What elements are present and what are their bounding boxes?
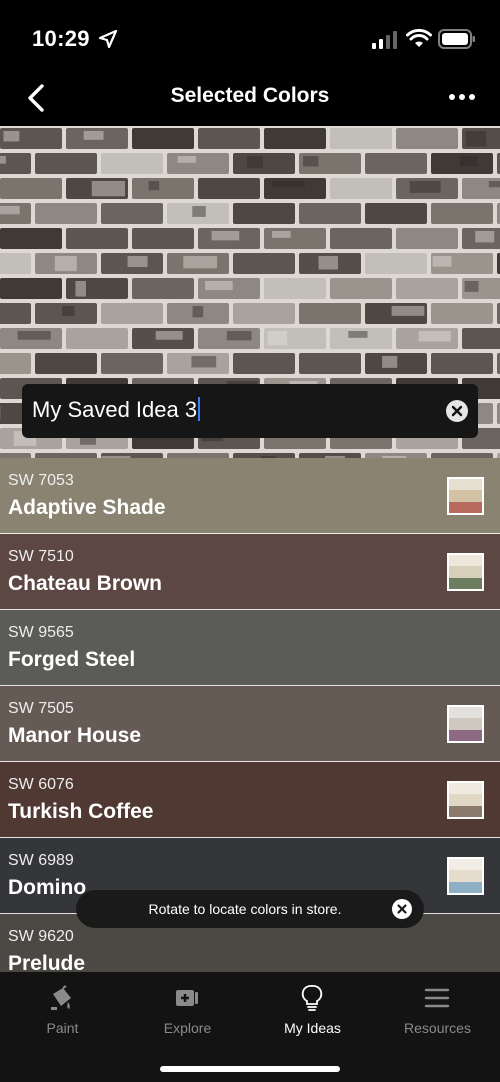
- color-code: SW 6076: [8, 776, 74, 793]
- color-name: Domino: [8, 876, 87, 899]
- status-bar: 10:29: [0, 0, 500, 72]
- paint-bucket-icon: [51, 985, 71, 1010]
- battery-icon: [438, 29, 475, 49]
- status-time: 10:29: [32, 26, 90, 51]
- location-arrow-icon: [98, 29, 118, 49]
- color-name: Adaptive Shade: [8, 496, 166, 519]
- menu-lines-icon: [424, 988, 450, 1008]
- lightbulb-icon: [301, 985, 323, 1011]
- tab-resources-label: Resources: [404, 1020, 471, 1036]
- color-palette-swatch-icon[interactable]: [447, 553, 484, 591]
- color-row[interactable]: SW 7510 Chateau Brown: [0, 534, 500, 610]
- tab-explore-label: Explore: [163, 1020, 212, 1036]
- close-icon[interactable]: [392, 899, 412, 919]
- color-row[interactable]: SW 7505 Manor House: [0, 686, 500, 762]
- color-palette-swatch-icon[interactable]: [447, 781, 484, 819]
- color-name: Prelude: [8, 952, 86, 972]
- color-code: SW 6989: [8, 852, 74, 869]
- color-row[interactable]: SW 9565 Forged Steel: [0, 610, 500, 686]
- color-code: SW 7505: [8, 700, 74, 717]
- wifi-icon: [406, 28, 432, 47]
- idea-name-field[interactable]: My Saved Idea 3: [22, 384, 478, 438]
- tab-my-ideas-label: My Ideas: [284, 1020, 341, 1036]
- clear-text-icon[interactable]: [446, 400, 468, 422]
- tab-resources[interactable]: Resources: [375, 972, 500, 1052]
- page-title: Selected Colors: [170, 84, 330, 107]
- more-options-icon[interactable]: [448, 86, 476, 108]
- color-name: Turkish Coffee: [8, 800, 154, 823]
- toast-text: Rotate to locate colors in store.: [148, 901, 342, 917]
- tab-explore[interactable]: Explore: [125, 972, 250, 1052]
- color-palette-swatch-icon[interactable]: [447, 705, 484, 743]
- toast-message: Rotate to locate colors in store.: [76, 890, 424, 928]
- cellular-signal-icon: [372, 31, 397, 49]
- color-name: Manor House: [8, 724, 142, 747]
- home-indicator: [160, 1066, 340, 1072]
- color-code: SW 9565: [8, 624, 74, 641]
- explore-icon: [176, 990, 198, 1006]
- tab-paint-label: Paint: [46, 1020, 79, 1036]
- text-caret: [198, 397, 201, 421]
- color-row[interactable]: SW 7053 Adaptive Shade: [0, 458, 500, 534]
- color-code: SW 9620: [8, 928, 74, 945]
- color-row[interactable]: SW 6076 Turkish Coffee: [0, 762, 500, 838]
- color-name: Chateau Brown: [8, 572, 163, 595]
- color-palette-swatch-icon[interactable]: [447, 477, 484, 515]
- nav-bar: Selected Colors: [0, 72, 500, 126]
- color-name: Forged Steel: [8, 648, 136, 671]
- color-code: SW 7510: [8, 548, 74, 565]
- tab-my-ideas[interactable]: My Ideas: [250, 972, 375, 1052]
- color-palette-swatch-icon[interactable]: [447, 857, 484, 895]
- color-code: SW 7053: [8, 472, 74, 489]
- tab-paint[interactable]: Paint: [0, 972, 125, 1052]
- idea-name-input[interactable]: My Saved Idea 3: [32, 397, 201, 423]
